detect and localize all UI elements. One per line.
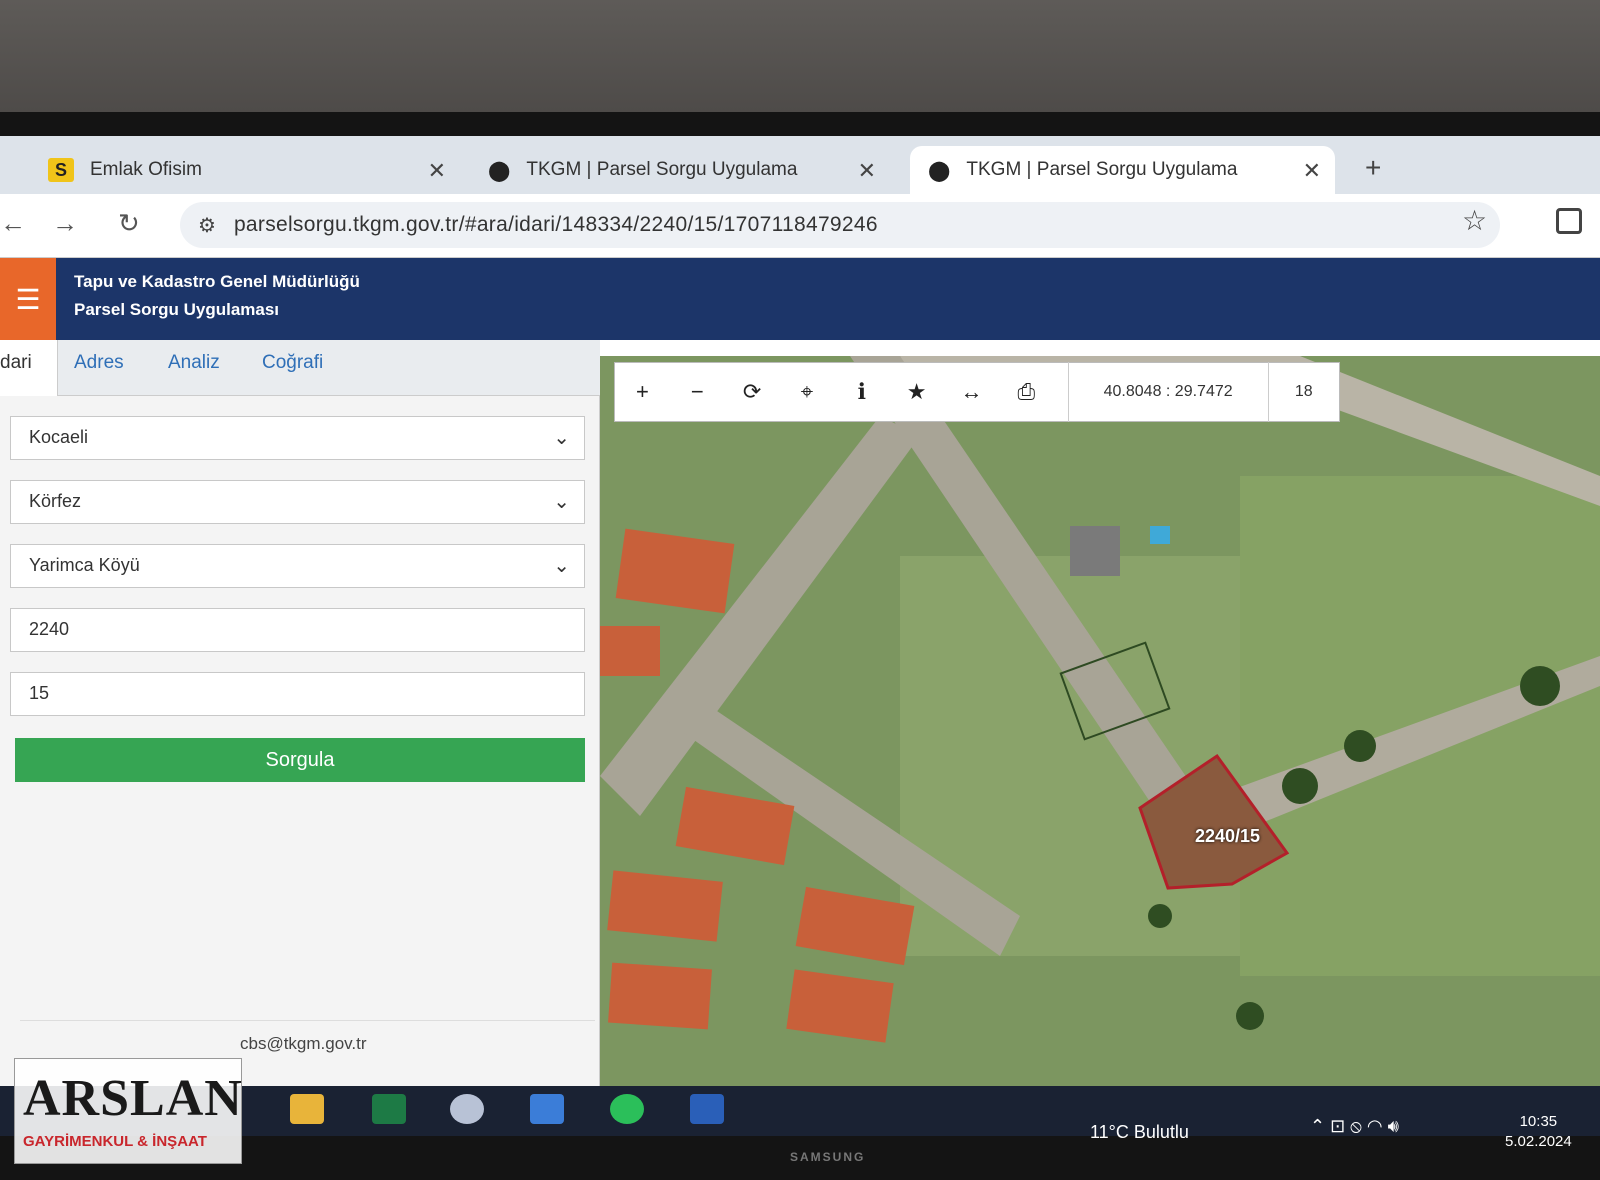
satellite-map[interactable]: 2240/15 [600,356,1600,1136]
site-settings-icon[interactable]: ⚙ [198,213,216,238]
footer-divider [20,1020,595,1021]
chevron-down-icon: ⌄ [553,491,570,513]
coordinate-readout: 40.8048 : 29.7472 [1067,362,1269,422]
close-tab-icon[interactable]: ✕ [1303,158,1321,184]
province-select[interactable]: Kocaeli ⌄ [10,416,585,460]
system-tray-icons[interactable]: ⌃ ⊡ ⦸ ◠ 🔊︎ [1310,1116,1399,1137]
location-pin-icon: ⬤ [488,159,511,182]
app-title-line1: Tapu ve Kadastro Genel Müdürlüğü [74,272,360,291]
tab-adres[interactable]: Adres [74,352,124,374]
app-header: ☰ Tapu ve Kadastro Genel Müdürlüğü Parse… [0,258,1600,340]
building-roof [600,626,660,676]
new-tab-icon[interactable]: + [1365,152,1381,184]
url-field[interactable]: ⚙ parselsorgu.tkgm.gov.tr/#ara/idari/148… [180,202,1500,248]
tab-cografi[interactable]: Coğrafi [262,352,323,374]
arslan-watermark-logo: ARSLAN GAYRİMENKUL & İNŞAAT [14,1058,242,1164]
district-value: Körfez [29,491,82,511]
locate-icon[interactable]: ⌖ [780,379,835,405]
clock-time: 10:35 [1519,1113,1558,1130]
forward-icon[interactable]: → [52,208,78,239]
house-roof [1070,526,1120,576]
reload-icon[interactable]: ↻ [118,208,140,239]
parsel-input[interactable]: 15 [10,672,585,716]
snipping-tool-icon[interactable] [450,1094,484,1124]
monitor-brand-label: SAMSUNG [790,1150,866,1164]
zoom-level: 18 [1294,383,1313,400]
tab-analiz[interactable]: Analiz [168,352,220,374]
ada-input[interactable]: 2240 [10,608,585,652]
monitor-screen: S Emlak Ofisim ✕ ⬤ TKGM | Parsel Sorgu U… [0,136,1600,1136]
close-tab-icon[interactable]: ✕ [858,158,876,184]
tab-idari[interactable]: dari [0,340,58,396]
parsel-value: 15 [29,683,50,703]
province-value: Kocaeli [29,427,89,447]
logo-tagline: GAYRİMENKUL & İNŞAAT [23,1133,207,1150]
url-text: parselsorgu.tkgm.gov.tr/#ara/idari/14833… [233,213,878,236]
map-imagery [600,356,1600,1136]
ada-value: 2240 [29,619,70,639]
close-tab-icon[interactable]: ✕ [428,158,446,184]
print-icon[interactable]: ⎙ [999,379,1054,405]
taskbar-clock[interactable]: 10:35 5.02.2024 [1505,1112,1572,1152]
tab-label: TKGM | Parsel Sorgu Uygulama [526,159,798,180]
building-roof [607,870,723,942]
favorite-star-icon[interactable]: ★ [889,379,944,405]
map-toolbar: + − ⟳ ⌖ ℹ ★ ↔ ⎙ 40.8048 : 29.7472 18 [614,362,1340,422]
chevron-down-icon: ⌄ [553,555,570,577]
back-icon[interactable]: ← [0,208,26,239]
measure-icon[interactable]: ↔ [944,379,999,405]
pool [1150,526,1170,544]
file-explorer-icon[interactable] [290,1094,324,1124]
calculator-icon[interactable] [530,1094,564,1124]
tab-tkgm-1[interactable]: ⬤ TKGM | Parsel Sorgu Uygulama ✕ [470,146,890,194]
logo-brand: ARSLAN [23,1070,243,1127]
contact-email[interactable]: cbs@tkgm.gov.tr [240,1034,367,1054]
chevron-down-icon: ⌄ [553,427,570,449]
tab-label: TKGM | Parsel Sorgu Uygulama [966,159,1238,180]
address-bar-row: ← → ↻ ⚙ parselsorgu.tkgm.gov.tr/#ara/ida… [0,194,1600,258]
location-pin-icon: ⬤ [928,159,951,182]
building-roof [608,962,712,1030]
extensions-icon[interactable] [1556,208,1582,234]
neighborhood-select[interactable]: Yarimca Köyü ⌄ [10,544,585,588]
query-panel: dari Adres Analiz Coğrafi Kocaeli ⌄ Körf… [0,340,600,1136]
tab-label: Emlak Ofisim [90,159,202,180]
info-icon[interactable]: ℹ [834,379,889,405]
zoom-in-icon[interactable]: + [615,379,670,405]
clock-date: 5.02.2024 [1505,1133,1572,1150]
excel-icon[interactable] [372,1094,406,1124]
tab-emlak-ofisim[interactable]: S Emlak Ofisim ✕ [30,146,460,194]
neighborhood-value: Yarimca Köyü [29,555,140,575]
query-button[interactable]: Sorgula [15,738,585,782]
refresh-icon[interactable]: ⟳ [725,379,780,405]
bookmark-star-icon[interactable]: ☆ [1462,204,1487,237]
district-select[interactable]: Körfez ⌄ [10,480,585,524]
panel-tabs: dari Adres Analiz Coğrafi [0,340,600,396]
word-icon[interactable] [690,1094,724,1124]
app-title-line2: Parsel Sorgu Uygulaması [74,300,280,319]
whatsapp-icon[interactable] [610,1094,644,1124]
zoom-out-icon[interactable]: − [670,379,725,405]
site-s-icon: S [48,158,74,182]
parcel-label: 2240/15 [1195,826,1261,846]
browser-tab-strip: S Emlak Ofisim ✕ ⬤ TKGM | Parsel Sorgu U… [0,136,1600,194]
app-title: Tapu ve Kadastro Genel Müdürlüğü Parsel … [74,268,360,324]
tab-tkgm-active[interactable]: ⬤ TKGM | Parsel Sorgu Uygulama ✕ [910,146,1335,194]
hamburger-menu-icon[interactable]: ☰ [0,258,56,340]
weather-widget[interactable]: 11°C Bulutlu [1090,1122,1189,1143]
